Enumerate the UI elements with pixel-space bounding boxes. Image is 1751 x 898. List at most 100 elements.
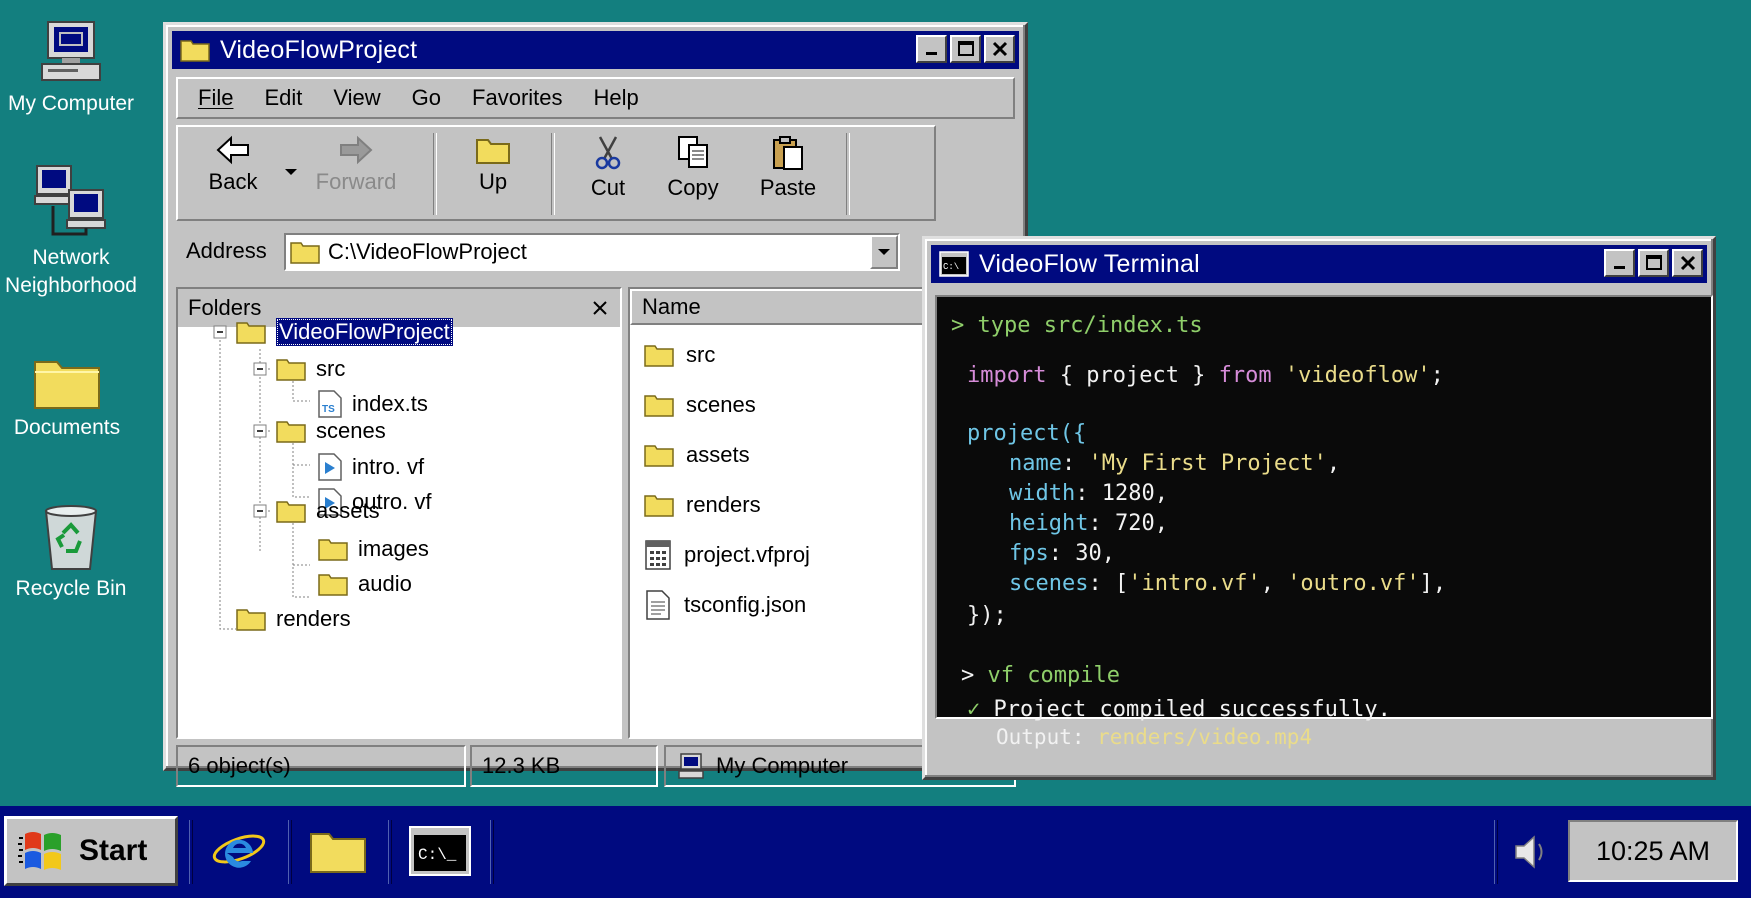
folder-icon	[276, 359, 306, 381]
taskbar-terminal-button[interactable]: C:\_	[404, 816, 476, 886]
menu-view[interactable]: View	[333, 85, 380, 111]
file-item-tsconfig-json[interactable]: tsconfig.json	[644, 587, 806, 623]
menu-file[interactable]: File	[198, 85, 233, 111]
taskbar-separator	[288, 820, 292, 884]
file-item-renders[interactable]: renders	[644, 487, 761, 523]
chevron-down-icon	[878, 249, 890, 255]
desktop-icon-label: My Computer	[7, 92, 135, 115]
desktop-icon-network-neighborhood[interactable]: Network Neighborhood	[0, 162, 146, 300]
folder-icon	[318, 539, 348, 561]
address-dropdown-button[interactable]	[870, 235, 898, 269]
folders-pane: Folders VideoFlowProject src TS index.ts…	[176, 287, 622, 739]
address-value: C:\VideoFlowProject	[328, 239, 527, 264]
address-label: Address	[186, 238, 267, 263]
close-button[interactable]	[984, 35, 1015, 63]
minimize-icon	[925, 52, 937, 55]
menu-help[interactable]: Help	[594, 85, 639, 111]
tree-item-label: VideoFlowProject	[276, 318, 453, 346]
terminal-line-output: Output: renders/video.mp4	[996, 725, 1313, 749]
paste-button[interactable]: Paste	[753, 135, 823, 201]
file-item-src[interactable]: src	[644, 337, 715, 373]
close-button[interactable]	[1672, 249, 1703, 277]
terminal-titlebar[interactable]: C:\ VideoFlow Terminal	[931, 245, 1707, 283]
minimize-button[interactable]	[916, 35, 947, 63]
file-item-scenes[interactable]: scenes	[644, 387, 756, 423]
folder-icon	[276, 421, 306, 443]
desktop-icon-my-computer[interactable]: My Computer	[0, 18, 146, 118]
windows-logo-icon	[18, 832, 61, 870]
typescript-file-icon: TS	[318, 390, 342, 418]
tree-item-images[interactable]: images	[318, 533, 429, 565]
tray-separator	[1494, 820, 1498, 884]
taskbar-explorer-button[interactable]	[298, 816, 378, 886]
forward-button[interactable]: Forward	[306, 135, 406, 195]
maximize-button[interactable]	[950, 35, 981, 63]
terminal-line-code: height: 720,	[1009, 511, 1168, 536]
terminal-line-code: name: 'My First Project',	[1009, 451, 1341, 476]
taskbar-separator	[189, 820, 193, 884]
tree-item-assets[interactable]: assets	[276, 495, 380, 527]
back-arrow-icon	[216, 135, 249, 165]
address-input[interactable]: C:\VideoFlowProject	[284, 233, 900, 271]
copy-button[interactable]: Copy	[658, 135, 728, 201]
terminal-line-code: import { project } from 'videoflow';	[967, 363, 1444, 388]
file-item-project-vfproj[interactable]: project.vfproj	[644, 537, 810, 573]
explorer-titlebar[interactable]: VideoFlowProject	[172, 31, 1019, 69]
project-file-icon	[645, 540, 671, 570]
menu-go[interactable]: Go	[412, 85, 441, 111]
tree-item-label: images	[358, 536, 429, 561]
terminal-line-code: });	[967, 603, 1007, 628]
cut-button[interactable]: Cut	[578, 135, 638, 201]
terminal-line-code: fps: 30,	[1009, 541, 1115, 566]
tree-item-label: renders	[276, 606, 351, 631]
terminal-icon: C:\_	[409, 826, 471, 876]
folder-icon	[180, 40, 210, 62]
folder-icon	[644, 495, 674, 517]
tree-item-audio[interactable]: audio	[318, 568, 412, 600]
folder-icon	[644, 445, 674, 467]
internet-explorer-icon	[212, 834, 266, 868]
computer-icon	[41, 21, 101, 81]
tree-item-renders[interactable]: renders	[236, 603, 351, 635]
tree-item-label: index.ts	[352, 391, 428, 416]
maximize-icon	[957, 41, 974, 56]
terminal-line-success: ✓ Project compiled successfully.	[967, 697, 1391, 722]
taskbar-separator	[388, 820, 392, 884]
clock[interactable]: 10:25 AM	[1568, 820, 1738, 882]
file-item-assets[interactable]: assets	[644, 437, 750, 473]
window-title: VideoFlowProject	[220, 35, 418, 64]
menu-bar: File Edit View Go Favorites Help	[176, 77, 1015, 119]
minimize-icon	[1613, 266, 1625, 269]
up-button[interactable]: Up	[463, 135, 523, 195]
terminal-line-code: width: 1280,	[1009, 481, 1168, 506]
folder-icon	[236, 609, 266, 631]
desktop-icon-label: Recycle Bin	[15, 577, 127, 600]
paste-icon	[773, 136, 803, 170]
folder-icon	[644, 345, 674, 367]
start-button[interactable]: Start	[4, 816, 178, 886]
document-icon	[646, 590, 670, 620]
video-file-icon	[318, 453, 342, 481]
taskbar-internet-explorer-button[interactable]	[200, 816, 278, 886]
tree-item-intro-vf[interactable]: intro. vf	[318, 451, 424, 483]
tree-item-videoflowproject[interactable]: VideoFlowProject	[236, 316, 453, 348]
folder-icon	[318, 574, 348, 596]
desktop-icon-documents[interactable]: Documents	[0, 352, 142, 442]
menu-favorites[interactable]: Favorites	[472, 85, 562, 111]
minimize-button[interactable]	[1604, 249, 1635, 277]
copy-icon	[678, 136, 708, 168]
forward-arrow-icon	[340, 135, 373, 165]
desktop-icon-recycle-bin[interactable]: Recycle Bin	[0, 503, 146, 603]
tree-item-scenes[interactable]: scenes	[276, 415, 386, 447]
status-size: 12.3 KB	[470, 745, 658, 787]
tree-item-label: audio	[358, 571, 412, 596]
tree-item-src[interactable]: src	[276, 353, 345, 385]
menu-edit[interactable]: Edit	[264, 85, 302, 111]
terminal-icon: C:\	[939, 251, 969, 277]
svg-text:TS: TS	[322, 404, 335, 415]
volume-icon[interactable]	[1512, 832, 1552, 872]
maximize-button[interactable]	[1638, 249, 1669, 277]
terminal-output[interactable]: > type src/index.ts import { project } f…	[935, 295, 1713, 749]
back-button[interactable]: Back	[198, 135, 268, 195]
back-dropdown-button[interactable]	[283, 167, 299, 181]
